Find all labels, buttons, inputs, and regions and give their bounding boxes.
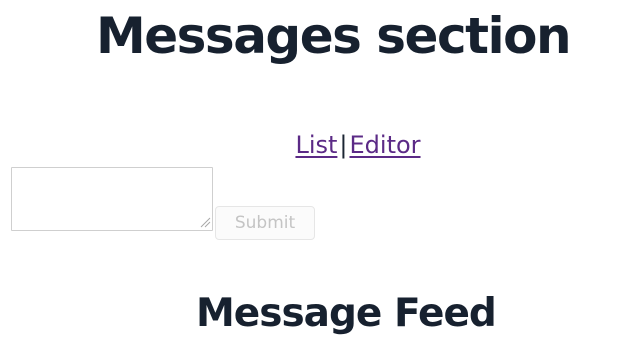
nav-link-list[interactable]: List (295, 131, 337, 159)
nav-link-editor[interactable]: Editor (350, 131, 421, 159)
nav-separator: | (339, 131, 348, 159)
page-title: Messages section (96, 7, 572, 65)
submit-button[interactable]: Submit (215, 206, 315, 240)
section-nav: List|Editor (0, 128, 620, 162)
feed-title: Message Feed (196, 291, 497, 336)
message-input[interactable] (11, 167, 213, 231)
